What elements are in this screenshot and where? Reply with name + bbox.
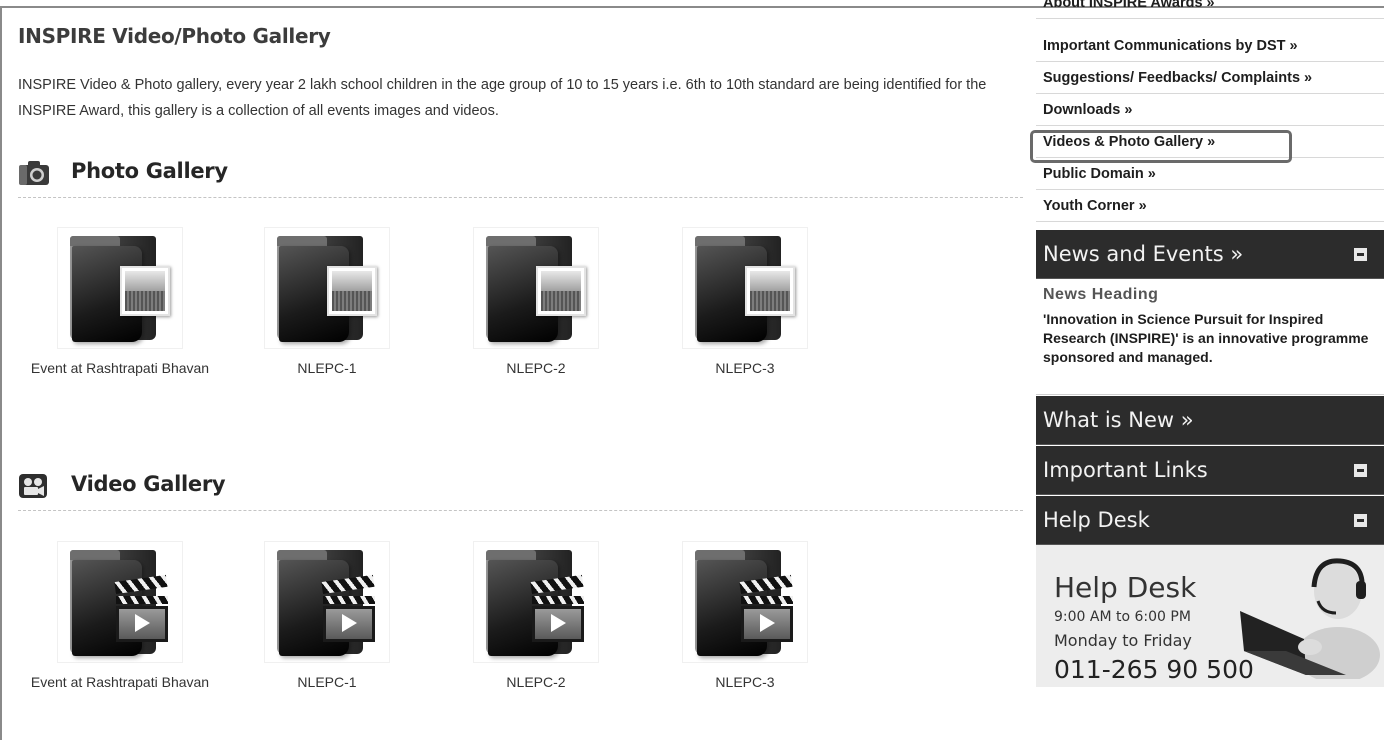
video-album-thumbnail[interactable] [473,541,599,663]
video-album-item[interactable]: NLEPC-2 [436,541,636,692]
video-album-thumbnail[interactable] [264,541,390,663]
photo-album-caption[interactable]: NLEPC-3 [645,358,845,378]
news-text[interactable]: 'Innovation in Science Pursuit for Inspi… [1043,310,1377,367]
video-album-thumbnail[interactable] [57,541,183,663]
folder-tab-shape [695,550,745,560]
play-icon [342,614,357,632]
sidebar-link-youth-corner[interactable]: Youth Corner » [1036,190,1384,222]
clapperboard-icon [739,574,793,642]
folder-tab-shape [70,550,120,560]
photo-icon [745,266,795,316]
page-title: INSPIRE Video/Photo Gallery [18,24,331,48]
photo-album-thumbnail[interactable] [682,227,808,349]
news-events-header[interactable]: News and Events » [1036,230,1384,279]
news-events-label: News and Events » [1043,242,1244,266]
photo-album-caption[interactable]: NLEPC-2 [436,358,636,378]
video-gallery-title: Video Gallery [71,472,226,496]
whats-new-header[interactable]: What is New » [1036,396,1384,445]
help-desk-hours: 9:00 AM to 6:00 PM [1054,609,1191,625]
video-album-caption[interactable]: NLEPC-3 [645,672,845,692]
sidebar-link-downloads[interactable]: Downloads » [1036,94,1384,126]
photo-album-item[interactable]: NLEPC-2 [436,227,636,378]
photo-album-item[interactable]: NLEPC-3 [645,227,845,378]
clapperboard-icon [321,574,375,642]
help-desk-phone: 011-265 90 500 [1054,655,1254,684]
frame-left-border [0,6,2,740]
page-intro: INSPIRE Video & Photo gallery, every yea… [18,77,987,119]
help-desk-header[interactable]: Help Desk [1036,496,1384,545]
help-desk-bar-label: Help Desk [1043,508,1150,532]
news-panel: News Heading 'Innovation in Science Purs… [1036,280,1384,395]
video-gallery-grid: Event at Rashtrapati Bhavan NLEPC-1 NLEP… [18,541,1023,721]
photo-icon [536,266,586,316]
main-content: INSPIRE Video/Photo Gallery INSPIRE Vide… [18,24,1023,690]
photo-album-item[interactable]: Event at Rashtrapati Bhavan [20,227,220,378]
collapse-icon[interactable] [1354,464,1367,477]
collapse-icon[interactable] [1354,514,1367,527]
video-album-caption[interactable]: Event at Rashtrapati Bhavan [20,672,220,692]
play-icon [135,614,150,632]
clapperboard-icon [114,574,168,642]
clapperboard-icon [530,574,584,642]
whats-new-label: What is New » [1043,408,1194,432]
photo-gallery-title: Photo Gallery [71,159,228,183]
important-links-header[interactable]: Important Links [1036,446,1384,495]
play-icon [760,614,775,632]
play-icon [551,614,566,632]
news-heading[interactable]: News Heading [1043,286,1377,304]
video-album-thumbnail[interactable] [682,541,808,663]
video-album-caption[interactable]: NLEPC-1 [227,672,427,692]
photo-album-thumbnail[interactable] [57,227,183,349]
folder-tab-shape [277,236,327,246]
video-camera-icon [19,474,47,498]
video-album-item[interactable]: NLEPC-1 [227,541,427,692]
photo-gallery-heading: Photo Gallery [18,156,1023,198]
photo-icon [327,266,377,316]
photo-album-caption[interactable]: Event at Rashtrapati Bhavan [20,358,220,378]
folder-tab-shape [486,550,536,560]
support-agent-icon [1240,558,1380,679]
photo-icon [120,266,170,316]
help-desk-title: Help Desk [1054,571,1197,604]
collapse-icon[interactable] [1354,248,1367,261]
video-album-caption[interactable]: NLEPC-2 [436,672,636,692]
photo-gallery-grid: Event at Rashtrapati Bhavan NLEPC-1 NLEP… [18,227,1023,407]
folder-tab-shape [277,550,327,560]
help-desk-days: Monday to Friday [1054,631,1192,650]
video-album-item[interactable]: Event at Rashtrapati Bhavan [20,541,220,692]
folder-tab-shape [70,236,120,246]
photo-album-thumbnail[interactable] [473,227,599,349]
help-desk-panel: Help Desk 9:00 AM to 6:00 PM Monday to F… [1036,545,1384,687]
right-sidebar: About INSPIRE Awards » Important Communi… [1036,0,1384,740]
sidebar-link-suggestions[interactable]: Suggestions/ Feedbacks/ Complaints » [1036,62,1384,94]
video-album-item[interactable]: NLEPC-3 [645,541,845,692]
camera-icon [19,161,49,185]
sidebar-link-about-awards[interactable]: About INSPIRE Awards » [1036,0,1384,19]
folder-tab-shape [695,236,745,246]
photo-album-item[interactable]: NLEPC-1 [227,227,427,378]
photo-album-caption[interactable]: NLEPC-1 [227,358,427,378]
sidebar-link-communications[interactable]: Important Communications by DST » [1036,30,1384,62]
important-links-label: Important Links [1043,458,1208,482]
folder-tab-shape [486,236,536,246]
video-gallery-heading: Video Gallery [18,469,1023,511]
photo-album-thumbnail[interactable] [264,227,390,349]
highlight-annotation-box [1030,130,1292,163]
